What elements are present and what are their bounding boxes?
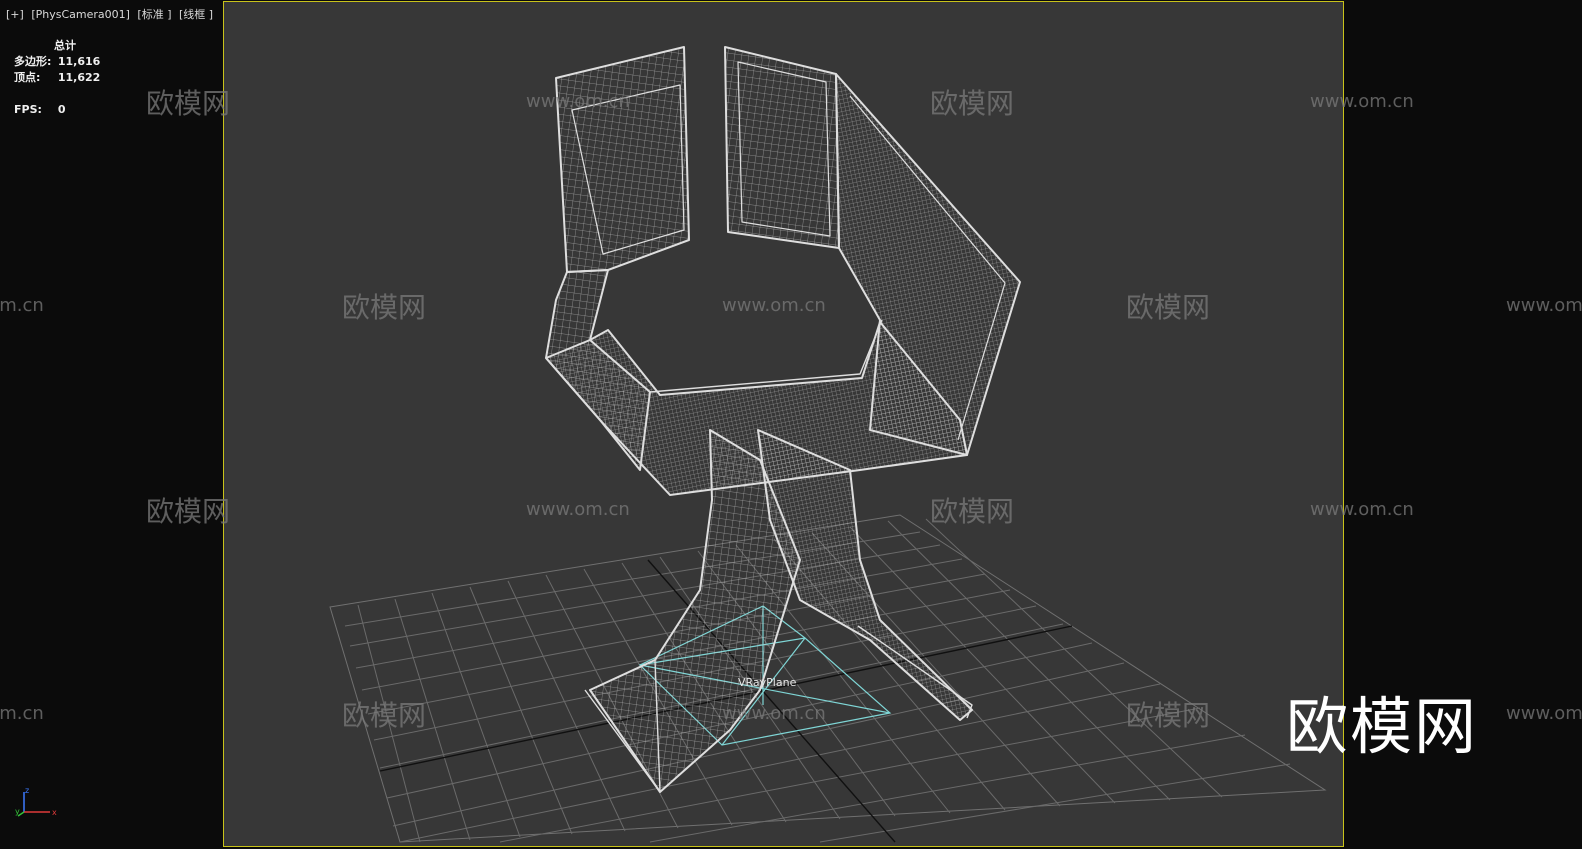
watermark-url: www.om.cn <box>1506 295 1582 316</box>
watermark-url: www.om.cn <box>722 295 826 316</box>
watermark-cn: 欧模网 <box>1126 699 1210 732</box>
watermark-cn: 欧模网 <box>146 87 230 120</box>
watermark-url: www.om.cn <box>1310 91 1414 112</box>
watermark-url: www.om.cn <box>526 499 630 520</box>
watermark-cn: 欧模网 <box>930 87 1014 120</box>
watermark-cn: 欧模网 <box>342 291 426 324</box>
watermark-url: www.om.cn <box>1506 703 1582 724</box>
watermark-cn: 欧模网 <box>930 495 1014 528</box>
watermark-url: www.om.cn <box>0 295 44 316</box>
axis-y-label: y <box>15 807 20 816</box>
brand-logo: 欧模网 <box>1286 690 1479 763</box>
axis-z-label: z <box>25 786 29 795</box>
watermark-url: www.om.cn <box>1310 499 1414 520</box>
axis-x-label: x <box>52 808 57 817</box>
watermark-url: www.om.cn <box>0 703 44 724</box>
watermark-url: www.om.cn <box>526 91 630 112</box>
watermark-cn: 欧模网 <box>1126 291 1210 324</box>
axis-gizmo-icon: z x y <box>15 786 57 817</box>
watermark-cn: 欧模网 <box>342 699 426 732</box>
watermark-cn: 欧模网 <box>146 495 230 528</box>
watermark-url: www.om.cn <box>722 703 826 724</box>
